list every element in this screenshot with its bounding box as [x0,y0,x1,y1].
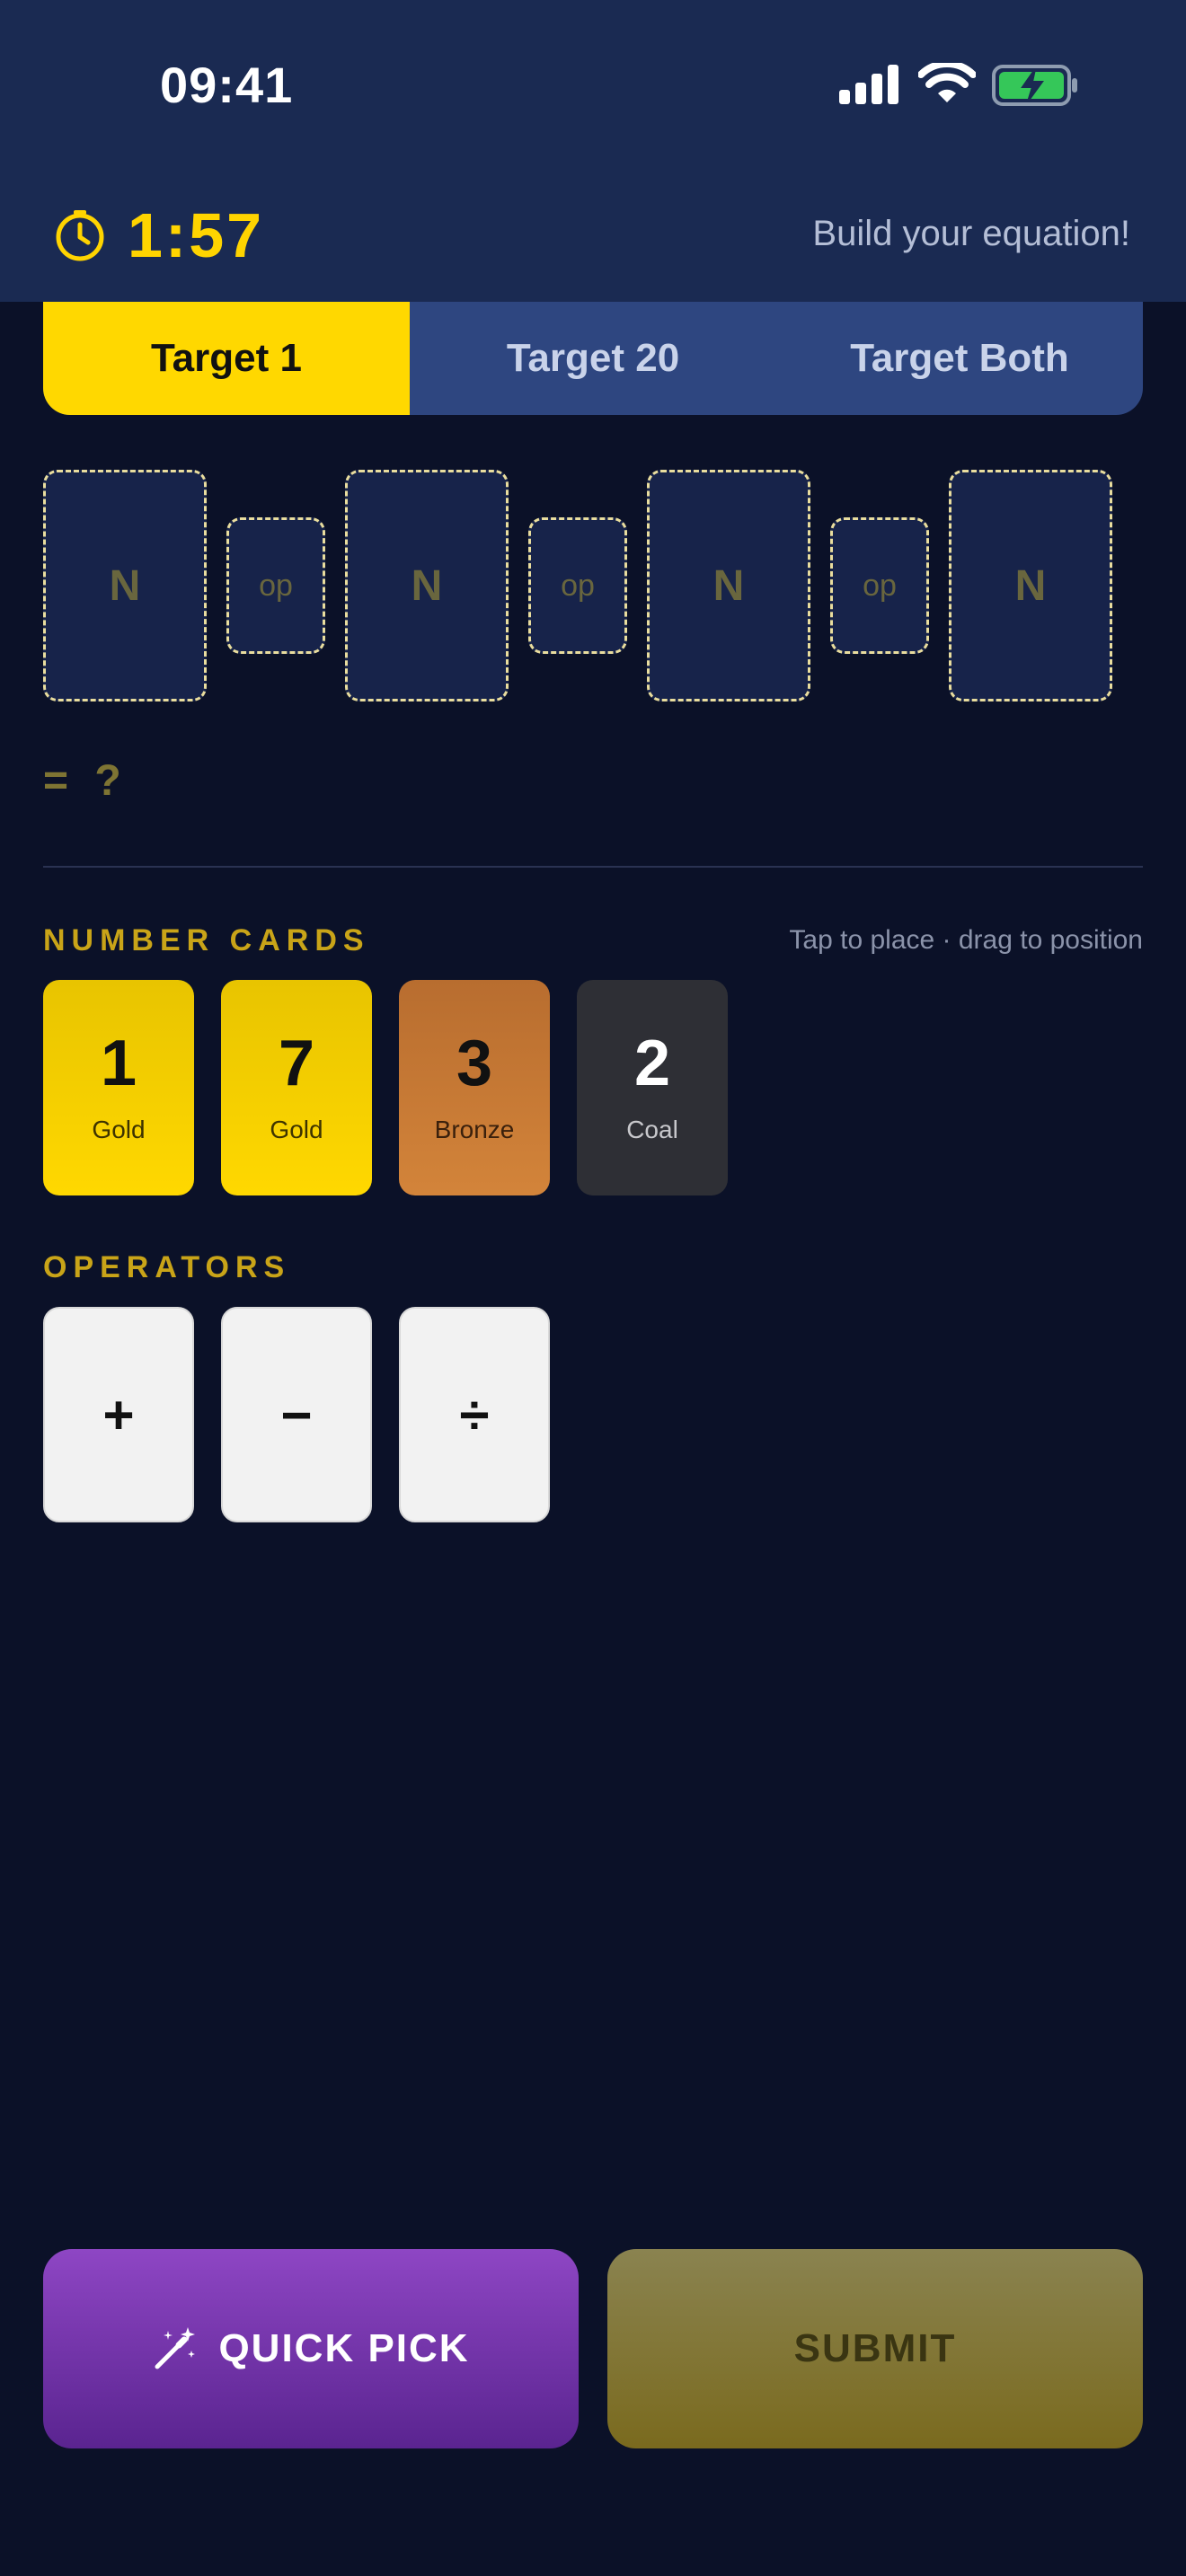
card-value: 2 [633,1028,671,1099]
quick-pick-button[interactable]: QUICK PICK [43,2249,579,2448]
number-card[interactable]: 2 Coal [577,980,728,1195]
wifi-icon [918,63,976,102]
tab-target-1[interactable]: Target 1 [43,302,410,415]
battery-charging-icon [992,65,1077,106]
countdown-timer: 1:57 [128,200,265,270]
operator-slot-2[interactable]: op [528,517,627,654]
operator-card-plus[interactable]: + [43,1307,194,1522]
card-value: 3 [456,1028,493,1099]
tab-target-both[interactable]: Target Both [776,302,1143,415]
operators-title: OPERATORS [43,1250,291,1284]
header: 09:41 1:57 Build your equation! [0,0,1186,302]
number-slot-3[interactable]: N [647,470,810,701]
target-tabs: Target 1 Target 20 Target Both [43,302,1143,415]
signal-icon [839,65,898,104]
operator-slot-1[interactable]: op [226,517,325,654]
number-slot-2[interactable]: N [345,470,509,701]
number-slot-1[interactable]: N [43,470,207,701]
card-value: 7 [278,1028,315,1099]
timer-icon [56,210,104,261]
quick-pick-label: QUICK PICK [218,2326,470,2370]
operator-card-minus[interactable]: − [221,1307,372,1522]
operator-card-divide[interactable]: ÷ [399,1307,550,1522]
number-card[interactable]: 3 Bronze [399,980,550,1195]
number-slot-4[interactable]: N [949,470,1112,701]
magic-wand-icon [155,2327,196,2369]
card-tier: Gold [92,1116,146,1143]
number-cards-title: NUMBER CARDS [43,923,370,957]
card-tier: Gold [270,1116,323,1143]
tab-target-20[interactable]: Target 20 [410,302,776,415]
status-time: 09:41 [160,57,294,113]
header-hint: Build your equation! [812,214,1130,253]
card-value: 1 [100,1028,137,1099]
card-tier: Bronze [434,1116,515,1143]
number-card[interactable]: 1 Gold [43,980,194,1195]
number-cards-hint: Tap to place · drag to position [789,925,1143,955]
operator-slot-3[interactable]: op [830,517,929,654]
equation-result: = ? [43,757,128,805]
card-tier: Coal [626,1116,678,1143]
number-card[interactable]: 7 Gold [221,980,372,1195]
submit-button[interactable]: SUBMIT [607,2249,1143,2448]
divider [43,866,1143,868]
